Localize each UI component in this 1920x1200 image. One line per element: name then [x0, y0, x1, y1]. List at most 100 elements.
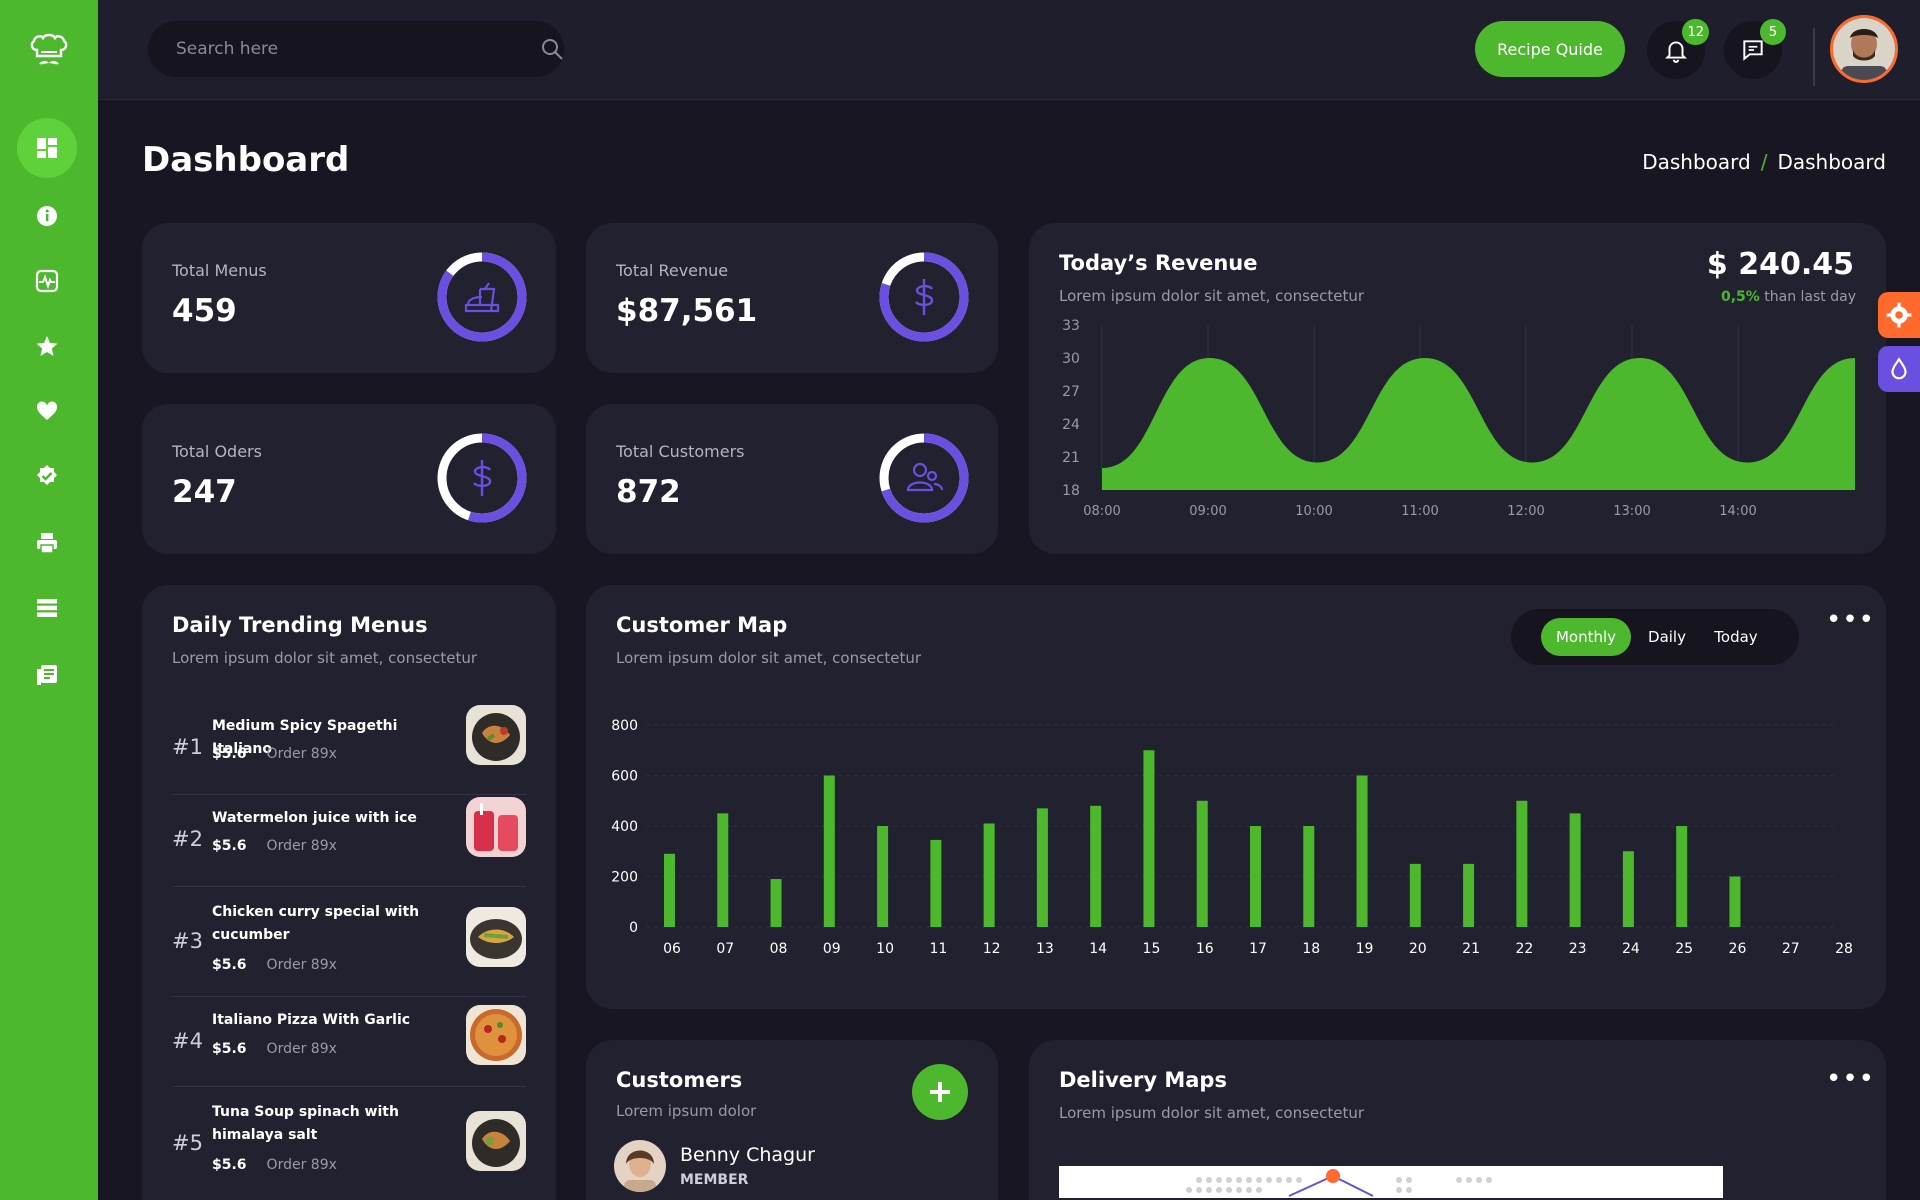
- revenue-change-pct: 0,5%: [1721, 289, 1760, 305]
- tab-today[interactable]: Today: [1703, 618, 1769, 656]
- customer-avatar: [614, 1140, 666, 1192]
- user-avatar[interactable]: [1830, 15, 1898, 83]
- stat-value: 247: [172, 474, 237, 510]
- x-tick-label: 14: [1089, 941, 1107, 957]
- bar[interactable]: [1090, 805, 1102, 927]
- bar[interactable]: [1569, 813, 1581, 927]
- list-item[interactable]: #1 Medium Spicy Spagethi Italiano $5.6 Or…: [172, 703, 526, 795]
- revenue-change: 0,5% than last day: [1721, 289, 1856, 305]
- y-tick-label: 24: [1062, 417, 1080, 433]
- bar[interactable]: [770, 879, 782, 927]
- trend-meta: $5.6 Order 89x: [212, 838, 337, 854]
- x-tick-label: 20: [1409, 941, 1427, 957]
- customer-map-subtitle: Lorem ipsum dolor sit amet, consectetur: [616, 649, 922, 667]
- breadcrumb-root[interactable]: Dashboard: [1642, 150, 1751, 174]
- x-tick-label: 11: [929, 941, 947, 957]
- stat-card-total-orders: Total Oders 247: [142, 404, 556, 554]
- delivery-map[interactable]: [1059, 1166, 1723, 1198]
- bar[interactable]: [1250, 826, 1261, 927]
- bar[interactable]: [1409, 863, 1421, 927]
- x-tick-label: 13: [1036, 941, 1054, 957]
- bar[interactable]: [983, 823, 995, 927]
- x-tick-label: 17: [1249, 941, 1267, 957]
- bar[interactable]: [877, 826, 889, 927]
- bar[interactable]: [1143, 750, 1155, 927]
- x-tick-label: 10:00: [1295, 504, 1332, 519]
- nav-documents[interactable]: [17, 645, 77, 705]
- nav-verified[interactable]: [17, 446, 77, 506]
- bar[interactable]: [1676, 826, 1688, 927]
- x-tick-label: 16: [1196, 941, 1214, 957]
- trend-name: Watermelon juice with ice: [212, 810, 417, 826]
- trend-rank: #5: [172, 1131, 203, 1155]
- x-tick-label: 12:00: [1507, 504, 1544, 519]
- recipe-guide-button[interactable]: Recipe Quide: [1475, 21, 1625, 77]
- nav-liked[interactable]: [17, 381, 77, 441]
- stat-card-total-revenue: Total Revenue $87,561: [586, 223, 998, 373]
- trend-name: Italiano Pizza With Garlic: [212, 1012, 411, 1028]
- chef-hat-logo-icon[interactable]: [27, 28, 71, 72]
- nav-list[interactable]: [17, 578, 77, 638]
- printer-icon: [37, 533, 57, 554]
- stat-label: Total Customers: [616, 442, 745, 461]
- list-item[interactable]: #4 Italiano Pizza With Garlic $5.6 Order …: [172, 997, 526, 1087]
- x-tick-label: 19: [1356, 941, 1374, 957]
- x-tick-label: 09:00: [1189, 504, 1226, 519]
- stat-label: Total Menus: [172, 261, 267, 280]
- nav-info[interactable]: [17, 186, 77, 246]
- list-item[interactable]: #2 Watermelon juice with ice $5.6 Order 8…: [172, 795, 526, 887]
- bar[interactable]: [1622, 851, 1634, 927]
- bar[interactable]: [664, 853, 675, 927]
- more-options-icon[interactable]: •••: [1826, 605, 1875, 635]
- list-icon: [37, 599, 57, 617]
- more-options-icon[interactable]: •••: [1826, 1064, 1875, 1094]
- tab-monthly[interactable]: Monthly: [1541, 618, 1631, 656]
- messages-button[interactable]: 5: [1724, 19, 1786, 79]
- stat-label: Total Oders: [172, 442, 262, 461]
- tab-daily[interactable]: Daily: [1637, 618, 1697, 656]
- search-icon[interactable]: [540, 37, 564, 61]
- bar[interactable]: [1356, 775, 1368, 928]
- dollar-icon: [473, 460, 492, 496]
- bar[interactable]: [1196, 800, 1208, 927]
- bar[interactable]: [823, 775, 835, 928]
- y-tick-label: 800: [611, 718, 638, 734]
- theme-settings-button[interactable]: [1878, 292, 1920, 338]
- bar[interactable]: [1036, 808, 1048, 927]
- x-tick-label: 11:00: [1401, 504, 1438, 519]
- list-item[interactable]: #3 Chicken curry special with cucumber $…: [172, 887, 526, 997]
- bar[interactable]: [1303, 826, 1315, 927]
- y-tick-label: 0: [629, 920, 638, 936]
- todays-revenue-card: Today’s Revenue Lorem ipsum dolor sit am…: [1029, 223, 1886, 554]
- breadcrumb: Dashboard / Dashboard: [1642, 150, 1886, 174]
- nav-activity[interactable]: [17, 251, 77, 311]
- user-photo-icon: [1833, 18, 1895, 80]
- y-tick-label: 30: [1062, 351, 1080, 367]
- notifications-button[interactable]: 12: [1647, 19, 1709, 79]
- add-customer-button[interactable]: [912, 1064, 968, 1120]
- revenue-title: Today’s Revenue: [1059, 251, 1258, 275]
- search-input[interactable]: [176, 21, 506, 77]
- x-tick-label: 27: [1782, 941, 1800, 957]
- sidebar: [0, 0, 98, 1200]
- page-title: Dashboard: [142, 140, 350, 180]
- x-tick-label: 08: [770, 941, 788, 957]
- bar[interactable]: [930, 839, 942, 927]
- nav-dashboard[interactable]: [17, 118, 77, 178]
- bar[interactable]: [1463, 863, 1475, 927]
- bar[interactable]: [717, 813, 729, 927]
- trend-rank: #1: [172, 735, 203, 759]
- trend-order: Order 89x: [266, 1157, 337, 1173]
- color-picker-button[interactable]: [1878, 346, 1920, 392]
- customer-map-title: Customer Map: [616, 613, 788, 637]
- soup-thumbnail: [466, 1111, 526, 1171]
- bar[interactable]: [1516, 800, 1528, 927]
- x-tick-label: 18: [1302, 941, 1320, 957]
- messages-count-badge: 5: [1760, 19, 1786, 45]
- nav-print[interactable]: [17, 513, 77, 573]
- list-item[interactable]: #5 Tuna Soup spinach with himalaya salt …: [172, 1087, 526, 1197]
- nav-favorites[interactable]: [17, 316, 77, 376]
- progress-ring: [879, 433, 969, 523]
- bar[interactable]: [1729, 876, 1741, 928]
- fast-food-icon: [464, 282, 500, 313]
